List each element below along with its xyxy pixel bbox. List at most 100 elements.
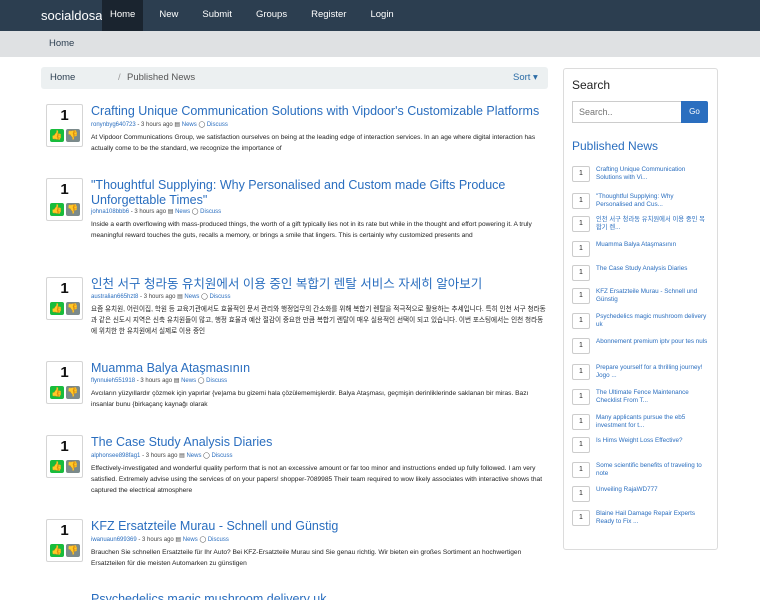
sidebar-news-link[interactable]: Crafting Unique Communication Solutions … [596, 166, 708, 182]
sidebar-news-link[interactable]: Psychedelics magic mushroom delivery uk [596, 313, 708, 329]
sidebar-news-link[interactable]: Many applicants pursue the eb5 investmen… [596, 414, 708, 430]
vote-count: 1 [60, 107, 69, 124]
sidebar-news-link[interactable]: "Thoughtful Supplying: Why Personalised … [596, 193, 708, 209]
vote-box: 1 👍 👎 [46, 435, 83, 478]
breadcrumb-separator: / [118, 72, 121, 83]
thumbs-down-icon[interactable]: 👎 [66, 302, 80, 315]
sidebar-news-link[interactable]: Unveiling RajaWD777 [596, 486, 708, 494]
sidebar-vote-count: 1 [572, 216, 590, 232]
vote-box: 1 👍 👎 [46, 277, 83, 320]
thumbs-up-icon[interactable]: 👍 [50, 544, 64, 557]
post-time: - 3 hours ago [142, 453, 178, 459]
nav-register[interactable]: Register [303, 0, 354, 31]
post-time: - 3 hours ago [137, 122, 173, 128]
thumbs-up-icon[interactable]: 👍 [50, 460, 64, 473]
post-author[interactable]: iwanuaun699369 [91, 537, 137, 543]
post-discuss[interactable]: Discuss [206, 378, 227, 384]
folder-icon: ▤ [175, 537, 182, 543]
folder-icon: ▤ [167, 209, 174, 215]
post-excerpt: Inside a earth overflowing with mass-pro… [91, 221, 532, 239]
thumbs-up-icon[interactable]: 👍 [50, 203, 64, 216]
post-title[interactable]: Muamma Balya Ataşmasının [91, 361, 546, 376]
thumbs-down-icon[interactable]: 👎 [66, 386, 80, 399]
post-meta: flynnuieh551918 - 3 hours ago ▤ News ◯ D… [91, 377, 227, 384]
sidebar-news-link[interactable]: Muamma Balya Ataşmasının [596, 241, 708, 249]
post-category[interactable]: News [183, 537, 198, 543]
sidebar-news-link[interactable]: KFZ Ersatzteile Murau - Schnell und Güns… [596, 288, 708, 304]
thumbs-up-icon[interactable]: 👍 [50, 386, 64, 399]
sidebar-news-link[interactable]: Is Hims Weight Loss Effective? [596, 437, 708, 445]
search-go-button[interactable]: Go [681, 101, 708, 123]
sidebar-news-link[interactable]: 인천 서구 청라동 유치원에서 이용 중인 복합기 렌... [596, 216, 708, 232]
post-discuss[interactable]: Discuss [210, 294, 231, 300]
nav-groups[interactable]: Groups [248, 0, 295, 31]
vote-count: 1 [60, 364, 69, 381]
post-time: - 3 hours ago [130, 209, 167, 215]
post-title[interactable]: Psychedelics magic mushroom delivery uk [91, 592, 546, 600]
post-title[interactable]: The Case Study Analysis Diaries [91, 435, 546, 450]
search-input[interactable] [572, 101, 681, 123]
comment-icon: ◯ [198, 122, 206, 128]
comment-icon: ◯ [191, 209, 199, 215]
post-author[interactable]: flynnuieh551918 [91, 378, 135, 384]
sidebar-vote-count: 1 [572, 462, 590, 478]
sidebar-vote-count: 1 [572, 265, 590, 281]
post-meta: iwanuaun699369 - 3 hours ago ▤ News ◯ Di… [91, 536, 229, 543]
post-excerpt: Effectively-investigated and wonderful q… [91, 465, 543, 494]
comment-icon: ◯ [197, 378, 205, 384]
post-category[interactable]: News [184, 294, 199, 300]
subbar-home-link[interactable]: Home [49, 38, 74, 49]
post-discuss[interactable]: Discuss [200, 209, 221, 215]
nav-submit[interactable]: Submit [194, 0, 240, 31]
post-author[interactable]: ronynbyg640723 [91, 122, 136, 128]
post-meta: australian665hzt8 - 3 hours ago ▤ News ◯… [91, 293, 231, 300]
sidebar-vote-count: 1 [572, 241, 590, 257]
vote-box: 1 👍 👎 [46, 361, 83, 404]
post-category[interactable]: News [186, 453, 201, 459]
vote-count: 1 [60, 438, 69, 455]
nav-home[interactable]: Home [102, 0, 144, 31]
post-discuss[interactable]: Discuss [212, 453, 233, 459]
sidebar-news-link[interactable]: Blaine Hail Damage Repair Experts Ready … [596, 510, 708, 526]
top-navbar: socialdosa Home New Submit Groups Regist… [0, 0, 760, 31]
sort-dropdown[interactable]: Sort ▾ [513, 72, 538, 83]
post-discuss[interactable]: Discuss [207, 122, 228, 128]
nav-login[interactable]: Login [362, 0, 401, 31]
sidebar-news-link[interactable]: Prepare yourself for a thrilling journey… [596, 364, 708, 380]
post-title[interactable]: 인천 서구 청라동 유치원에서 이용 중인 복합기 렌탈 서비스 자세히 알아보… [91, 277, 546, 292]
sidebar-news-link[interactable]: The Ultimate Fence Maintenance Checklist… [596, 389, 708, 405]
post-discuss[interactable]: Discuss [208, 537, 229, 543]
post-title[interactable]: "Thoughtful Supplying: Why Personalised … [91, 178, 546, 208]
breadcrumb-home-link[interactable]: Home [50, 72, 75, 83]
sidebar-vote-count: 1 [572, 510, 590, 526]
thumbs-up-icon[interactable]: 👍 [50, 129, 64, 142]
post-category[interactable]: News [181, 378, 196, 384]
sidebar-news-link[interactable]: The Case Study Analysis Diaries [596, 265, 708, 273]
brand-logo[interactable]: socialdosa [41, 8, 102, 23]
sidebar-news-link[interactable]: Abonnement premium iptv pour tes nuls [596, 338, 708, 346]
post-category[interactable]: News [175, 209, 190, 215]
post-author[interactable]: australian665hzt8 [91, 294, 138, 300]
post-meta: johna108bbb6 - 3 hours ago ▤ News ◯ Disc… [91, 208, 221, 215]
thumbs-up-icon[interactable]: 👍 [50, 302, 64, 315]
folder-icon: ▤ [179, 453, 185, 459]
thumbs-down-icon[interactable]: 👎 [66, 203, 80, 216]
thumbs-down-icon[interactable]: 👎 [66, 129, 80, 142]
published-news-heading[interactable]: Published News [572, 139, 658, 153]
sidebar-news-link[interactable]: Some scientific benefits of traveling to… [596, 462, 708, 478]
nav-new[interactable]: New [151, 0, 186, 31]
search-heading: Search [572, 78, 611, 92]
post-author[interactable]: johna108bbb6 [91, 209, 129, 215]
thumbs-down-icon[interactable]: 👎 [66, 460, 80, 473]
sidebar-vote-count: 1 [572, 313, 590, 329]
post-title[interactable]: KFZ Ersatzteile Murau - Schnell und Güns… [91, 519, 546, 534]
sidebar-vote-count: 1 [572, 166, 590, 182]
post-meta: ronynbyg640723 - 3 hours ago ▤ News ◯ Di… [91, 121, 228, 128]
thumbs-down-icon[interactable]: 👎 [66, 544, 80, 557]
post-category[interactable]: News [182, 122, 197, 128]
vote-count: 1 [60, 280, 69, 297]
post-author[interactable]: alphonsee898fag1 [91, 453, 140, 459]
post-title[interactable]: Crafting Unique Communication Solutions … [91, 104, 546, 119]
post-time: - 3 hours ago [138, 537, 174, 543]
comment-icon: ◯ [199, 537, 207, 543]
